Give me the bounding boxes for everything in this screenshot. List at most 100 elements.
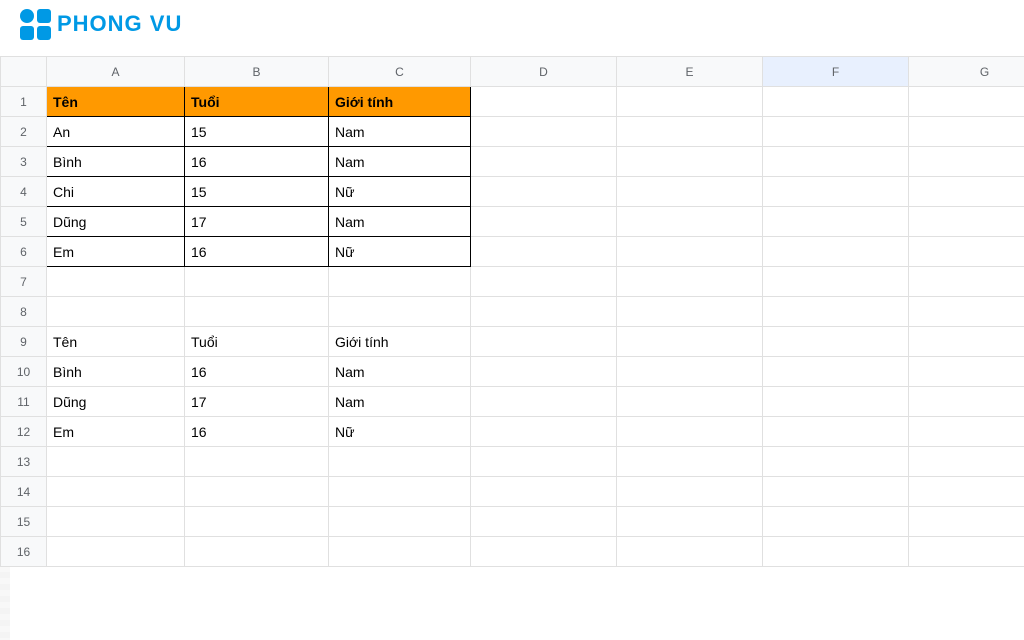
cell-F1[interactable] bbox=[763, 87, 909, 117]
cell-E16[interactable] bbox=[617, 537, 763, 567]
cell-B9[interactable]: Tuổi bbox=[185, 327, 329, 357]
row-header-11[interactable]: 11 bbox=[1, 387, 47, 417]
cell-F14[interactable] bbox=[763, 477, 909, 507]
cell-G15[interactable] bbox=[909, 507, 1024, 537]
cell-F2[interactable] bbox=[763, 117, 909, 147]
cell-G11[interactable] bbox=[909, 387, 1024, 417]
col-header-F[interactable]: F bbox=[763, 57, 909, 87]
cell-D12[interactable] bbox=[471, 417, 617, 447]
cell-E2[interactable] bbox=[617, 117, 763, 147]
cell-B13[interactable] bbox=[185, 447, 329, 477]
row-header-12[interactable]: 12 bbox=[1, 417, 47, 447]
cell-A8[interactable] bbox=[47, 297, 185, 327]
cell-E7[interactable] bbox=[617, 267, 763, 297]
cell-A16[interactable] bbox=[47, 537, 185, 567]
cell-B5[interactable]: 17 bbox=[185, 207, 329, 237]
cell-B2[interactable]: 15 bbox=[185, 117, 329, 147]
cell-A10[interactable]: Bình bbox=[47, 357, 185, 387]
col-header-C[interactable]: C bbox=[329, 57, 471, 87]
cell-C15[interactable] bbox=[329, 507, 471, 537]
cell-A14[interactable] bbox=[47, 477, 185, 507]
cell-D14[interactable] bbox=[471, 477, 617, 507]
cell-F12[interactable] bbox=[763, 417, 909, 447]
cell-C9[interactable]: Giới tính bbox=[329, 327, 471, 357]
cell-G4[interactable] bbox=[909, 177, 1024, 207]
cell-G9[interactable] bbox=[909, 327, 1024, 357]
row-header-8[interactable]: 8 bbox=[1, 297, 47, 327]
cell-G6[interactable] bbox=[909, 237, 1024, 267]
cell-D9[interactable] bbox=[471, 327, 617, 357]
row-header-16[interactable]: 16 bbox=[1, 537, 47, 567]
row-header-2[interactable]: 2 bbox=[1, 117, 47, 147]
cell-C12[interactable]: Nữ bbox=[329, 417, 471, 447]
cell-D4[interactable] bbox=[471, 177, 617, 207]
row-header-9[interactable]: 9 bbox=[1, 327, 47, 357]
cell-C3[interactable]: Nam bbox=[329, 147, 471, 177]
cell-B14[interactable] bbox=[185, 477, 329, 507]
cell-B6[interactable]: 16 bbox=[185, 237, 329, 267]
col-header-B[interactable]: B bbox=[185, 57, 329, 87]
cell-G16[interactable] bbox=[909, 537, 1024, 567]
cell-B12[interactable]: 16 bbox=[185, 417, 329, 447]
row-header-4[interactable]: 4 bbox=[1, 177, 47, 207]
cell-E9[interactable] bbox=[617, 327, 763, 357]
cell-A7[interactable] bbox=[47, 267, 185, 297]
cell-D8[interactable] bbox=[471, 297, 617, 327]
cell-E5[interactable] bbox=[617, 207, 763, 237]
cell-D13[interactable] bbox=[471, 447, 617, 477]
row-header-1[interactable]: 1 bbox=[1, 87, 47, 117]
cell-E14[interactable] bbox=[617, 477, 763, 507]
cell-A4[interactable]: Chi bbox=[47, 177, 185, 207]
cell-E12[interactable] bbox=[617, 417, 763, 447]
cell-E15[interactable] bbox=[617, 507, 763, 537]
cell-D15[interactable] bbox=[471, 507, 617, 537]
cell-C14[interactable] bbox=[329, 477, 471, 507]
row-header-5[interactable]: 5 bbox=[1, 207, 47, 237]
spreadsheet[interactable]: ABCDEFG1TênTuổiGiới tính2An15Nam3Bình16N… bbox=[0, 56, 1024, 640]
cell-D2[interactable] bbox=[471, 117, 617, 147]
cell-A5[interactable]: Dũng bbox=[47, 207, 185, 237]
cell-G10[interactable] bbox=[909, 357, 1024, 387]
cell-B11[interactable]: 17 bbox=[185, 387, 329, 417]
cell-E10[interactable] bbox=[617, 357, 763, 387]
row-header-13[interactable]: 13 bbox=[1, 447, 47, 477]
row-header-7[interactable]: 7 bbox=[1, 267, 47, 297]
col-header-A[interactable]: A bbox=[47, 57, 185, 87]
cell-C2[interactable]: Nam bbox=[329, 117, 471, 147]
col-header-D[interactable]: D bbox=[471, 57, 617, 87]
cell-C11[interactable]: Nam bbox=[329, 387, 471, 417]
cell-D3[interactable] bbox=[471, 147, 617, 177]
cell-A11[interactable]: Dũng bbox=[47, 387, 185, 417]
cell-F9[interactable] bbox=[763, 327, 909, 357]
cell-A3[interactable]: Bình bbox=[47, 147, 185, 177]
cell-C10[interactable]: Nam bbox=[329, 357, 471, 387]
cell-B16[interactable] bbox=[185, 537, 329, 567]
cell-B8[interactable] bbox=[185, 297, 329, 327]
cell-E1[interactable] bbox=[617, 87, 763, 117]
cell-G14[interactable] bbox=[909, 477, 1024, 507]
cell-C13[interactable] bbox=[329, 447, 471, 477]
cell-D5[interactable] bbox=[471, 207, 617, 237]
cell-F16[interactable] bbox=[763, 537, 909, 567]
cell-D16[interactable] bbox=[471, 537, 617, 567]
cell-B15[interactable] bbox=[185, 507, 329, 537]
cell-F8[interactable] bbox=[763, 297, 909, 327]
cell-B4[interactable]: 15 bbox=[185, 177, 329, 207]
cell-A9[interactable]: Tên bbox=[47, 327, 185, 357]
cell-E13[interactable] bbox=[617, 447, 763, 477]
row-header-10[interactable]: 10 bbox=[1, 357, 47, 387]
cell-F6[interactable] bbox=[763, 237, 909, 267]
cell-G7[interactable] bbox=[909, 267, 1024, 297]
cell-B7[interactable] bbox=[185, 267, 329, 297]
cell-F3[interactable] bbox=[763, 147, 909, 177]
cell-D7[interactable] bbox=[471, 267, 617, 297]
cell-D6[interactable] bbox=[471, 237, 617, 267]
cell-A12[interactable]: Em bbox=[47, 417, 185, 447]
cell-C8[interactable] bbox=[329, 297, 471, 327]
cell-A2[interactable]: An bbox=[47, 117, 185, 147]
cell-G3[interactable] bbox=[909, 147, 1024, 177]
cell-C1[interactable]: Giới tính bbox=[329, 87, 471, 117]
row-header-15[interactable]: 15 bbox=[1, 507, 47, 537]
cell-E6[interactable] bbox=[617, 237, 763, 267]
cell-G2[interactable] bbox=[909, 117, 1024, 147]
